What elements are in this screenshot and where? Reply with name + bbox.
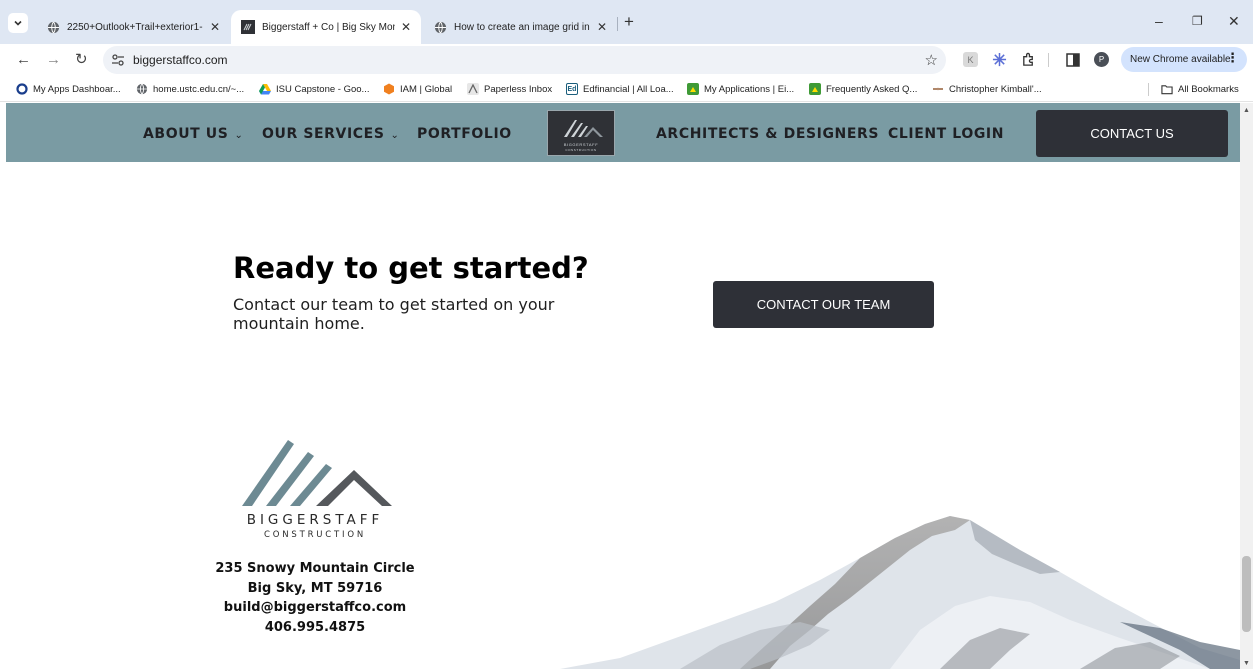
biggerstaff-favicon-icon xyxy=(241,20,255,34)
nav-portfolio[interactable]: PORTFOLIO xyxy=(417,126,512,142)
nav-contact-us-button[interactable]: CONTACT US xyxy=(1036,110,1228,157)
address-bar[interactable]: biggerstaffco.com ☆ xyxy=(103,46,946,74)
link-icon xyxy=(932,83,944,95)
deer-logo-icon xyxy=(687,83,699,95)
edfinancial-icon: Ed xyxy=(566,83,578,95)
page-scrollbar[interactable]: ▲ ▼ xyxy=(1240,103,1253,669)
extension-icon[interactable]: K xyxy=(963,52,978,67)
globe-icon xyxy=(46,20,60,34)
cta-heading: Ready to get started? xyxy=(233,251,589,285)
nav-architects-designers[interactable]: ARCHITECTS & DESIGNERS xyxy=(656,126,879,142)
nav-label: OUR SERVICES xyxy=(262,126,385,142)
nav-logo-sub: CONSTRUCTION xyxy=(565,148,597,152)
chevron-down-icon: ⌄ xyxy=(390,130,400,141)
browser-toolbar: ← → ↻ biggerstaffco.com ☆ K P New Chrome… xyxy=(0,44,1253,76)
forward-arrow-icon[interactable]: → xyxy=(46,52,61,67)
window-close-icon[interactable]: ✕ xyxy=(1228,14,1240,28)
cta-description: Contact our team to get started on your … xyxy=(233,295,555,333)
deer-logo-icon xyxy=(809,83,821,95)
restore-icon[interactable]: ❐ xyxy=(1192,14,1203,28)
snowy-mountain-image xyxy=(560,516,1240,669)
tab-biggerstaff[interactable]: Biggerstaff + Co | Big Sky Mont ✕ xyxy=(231,10,421,44)
nav-label: ABOUT US xyxy=(143,126,229,142)
bookmark-iam-global[interactable]: IAM | Global xyxy=(383,83,452,95)
nav-about-us[interactable]: ABOUT US ⌄ xyxy=(143,126,243,142)
chevron-down-icon: ⌄ xyxy=(234,130,244,141)
bookmark-star-icon[interactable]: ☆ xyxy=(925,51,938,69)
all-bookmarks-button[interactable]: All Bookmarks xyxy=(1161,83,1239,95)
bookmark-label: ISU Capstone - Goo... xyxy=(276,83,370,95)
hexagon-icon xyxy=(383,83,395,95)
toolbar-separator xyxy=(1048,53,1049,67)
bookmarks-separator xyxy=(1148,83,1149,96)
tab-title: How to create an image grid in xyxy=(454,21,590,33)
minimize-icon[interactable]: – xyxy=(1155,14,1163,28)
scroll-down-icon[interactable]: ▼ xyxy=(1243,660,1250,667)
footer-address-line1: 235 Snowy Mountain Circle xyxy=(215,561,415,576)
globe-icon xyxy=(433,20,447,34)
globe-icon xyxy=(136,83,148,95)
close-icon[interactable]: ✕ xyxy=(597,20,607,34)
site-navigation: ABOUT US ⌄ OUR SERVICES ⌄ PORTFOLIO BIGGER… xyxy=(6,103,1240,162)
bookmark-christopher-kimball[interactable]: Christopher Kimball'... xyxy=(932,83,1042,95)
site-settings-icon[interactable] xyxy=(111,53,125,72)
google-drive-icon xyxy=(259,83,271,95)
extension-snowflake-icon[interactable] xyxy=(992,52,1007,67)
contact-our-team-button[interactable]: CONTACT OUR TEAM xyxy=(713,281,934,328)
side-panel-icon[interactable] xyxy=(1065,52,1080,67)
bookmark-label: home.ustc.edu.cn/~... xyxy=(153,83,245,95)
nav-client-login[interactable]: CLIENT LOGIN xyxy=(888,126,1004,142)
bookmark-label: Paperless Inbox xyxy=(484,83,553,95)
close-icon[interactable]: ✕ xyxy=(401,20,411,34)
ring-icon xyxy=(16,83,28,95)
scroll-up-icon[interactable]: ▲ xyxy=(1243,107,1250,114)
new-tab-plus-icon[interactable]: + xyxy=(624,13,634,30)
bookmark-label: Frequently Asked Q... xyxy=(826,83,918,95)
browser-tab-bar: 2250+Outlook+Trail+exterior1- ✕ Biggerst… xyxy=(0,0,1253,44)
bookmark-isu-capstone[interactable]: ISU Capstone - Goo... xyxy=(259,83,369,95)
nav-home-logo[interactable]: BIGGERSTAFF CONSTRUCTION xyxy=(547,110,615,156)
bookmark-label: My Apps Dashboar... xyxy=(33,83,121,95)
bookmark-label: Christopher Kimball'... xyxy=(949,83,1042,95)
tab-title: 2250+Outlook+Trail+exterior1- xyxy=(67,21,203,33)
folder-icon xyxy=(1161,83,1173,95)
footer-address-line2: Big Sky, MT 59716 xyxy=(247,581,383,596)
bookmark-ustc[interactable]: home.ustc.edu.cn/~... xyxy=(136,83,244,95)
back-arrow-icon[interactable]: ← xyxy=(16,52,31,67)
tab-search-button[interactable] xyxy=(8,13,28,33)
paperless-icon xyxy=(467,83,479,95)
footer-brand-sub: CONSTRUCTION xyxy=(264,530,366,540)
bookmark-my-applications[interactable]: My Applications | Ei... xyxy=(687,83,794,95)
footer-phone[interactable]: 406.995.4875 xyxy=(196,620,434,635)
nav-logo-name: BIGGERSTAFF xyxy=(563,142,599,147)
bookmark-paperless[interactable]: Paperless Inbox xyxy=(467,83,552,95)
biggerstaff-logo-mark xyxy=(564,120,603,137)
reload-icon[interactable]: ↻ xyxy=(75,52,88,67)
tab-title: Biggerstaff + Co | Big Sky Mont xyxy=(262,21,395,33)
tab-outlook-trail[interactable]: 2250+Outlook+Trail+exterior1- ✕ xyxy=(36,10,230,44)
extensions-puzzle-icon[interactable] xyxy=(1021,52,1036,67)
scrollbar-thumb[interactable] xyxy=(1242,556,1251,632)
bookmark-label: All Bookmarks xyxy=(1178,83,1239,95)
chrome-update-button[interactable]: New Chrome available ⋮ xyxy=(1121,47,1247,72)
bookmark-label: IAM | Global xyxy=(400,83,453,95)
bookmark-label: Edfinancial | All Loa... xyxy=(583,83,674,95)
tab-separator xyxy=(617,17,618,31)
chrome-update-label: New Chrome available xyxy=(1130,54,1231,65)
profile-avatar[interactable]: P xyxy=(1094,52,1109,67)
more-vertical-icon[interactable]: ⋮ xyxy=(1226,50,1239,66)
bookmark-edfinancial[interactable]: Ed Edfinancial | All Loa... xyxy=(566,83,674,95)
footer-brand-name: BIGGERSTAFF xyxy=(246,512,384,528)
bookmark-my-apps[interactable]: My Apps Dashboar... xyxy=(16,83,121,95)
chevron-down-icon xyxy=(14,20,22,26)
close-icon[interactable]: ✕ xyxy=(210,20,220,34)
bookmark-faq[interactable]: Frequently Asked Q... xyxy=(809,83,917,95)
bookmark-label: My Applications | Ei... xyxy=(704,83,795,95)
url-text: biggerstaffco.com xyxy=(133,53,228,67)
footer-email[interactable]: build@biggerstaffco.com xyxy=(196,600,434,615)
tab-image-grid[interactable]: How to create an image grid in ✕ xyxy=(423,10,617,44)
nav-our-services[interactable]: OUR SERVICES ⌄ xyxy=(262,126,400,142)
bookmarks-bar: My Apps Dashboar... home.ustc.edu.cn/~..… xyxy=(0,76,1253,102)
